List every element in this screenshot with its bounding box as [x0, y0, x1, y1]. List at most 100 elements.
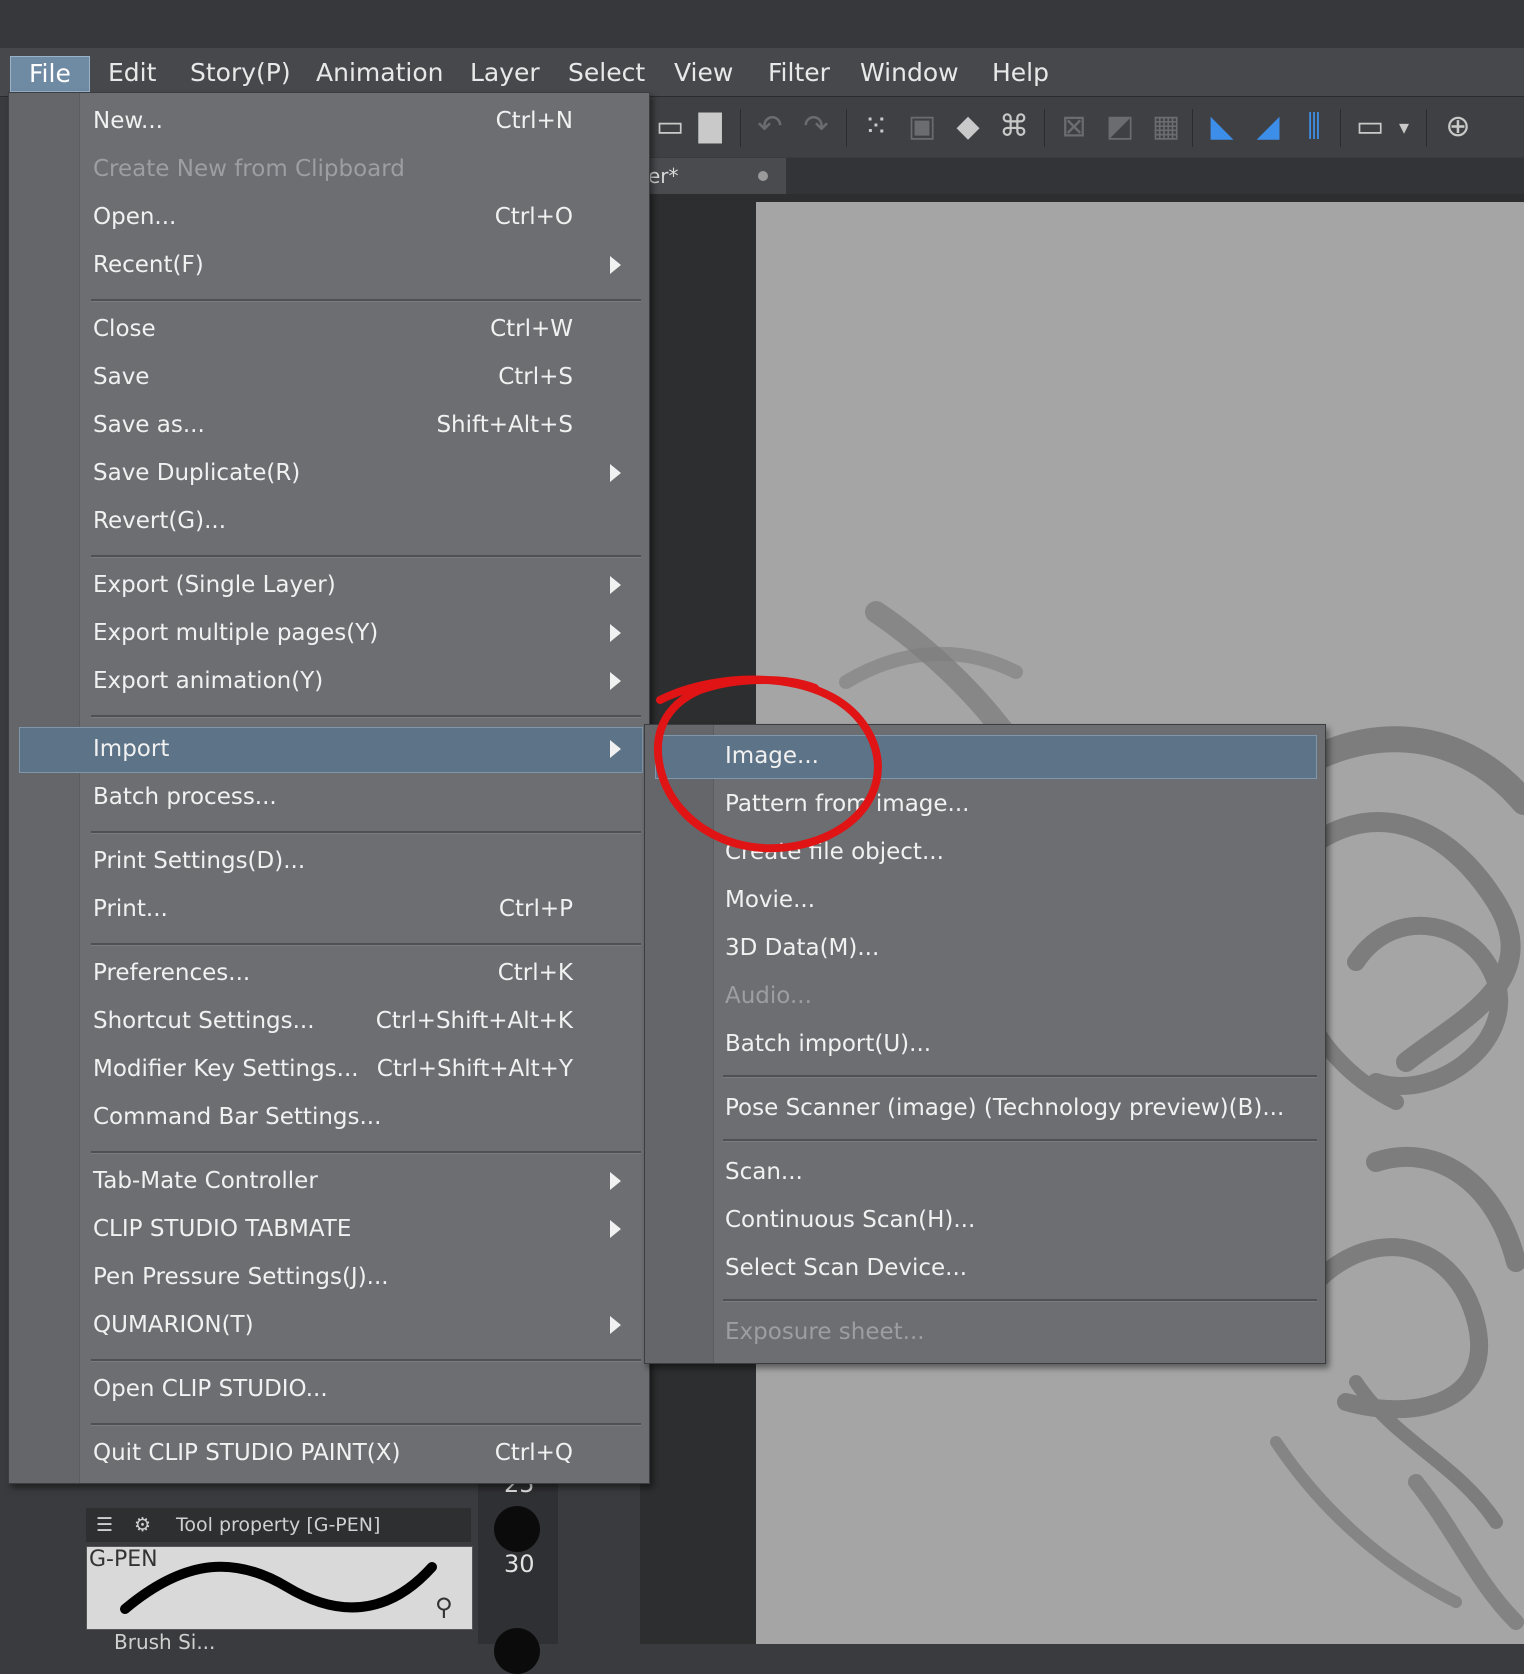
menu-filter[interactable]: Filter [750, 56, 848, 90]
menu-icon-gutter [9, 93, 80, 1483]
eraser-icon[interactable]: ◆ [948, 107, 988, 147]
clear-icon[interactable]: ⁙ [856, 107, 896, 147]
menu-separator [723, 1075, 1317, 1078]
document-tab-strip: er* [640, 158, 1524, 194]
document-tab[interactable]: er* [640, 158, 786, 194]
submenu-item-select-scan-device[interactable]: Select Scan Device... [725, 1245, 967, 1291]
open-folder-icon[interactable]: ▭ [650, 107, 690, 147]
menu-file[interactable]: File [10, 56, 90, 92]
crop-icon[interactable]: ⊠ [1054, 107, 1094, 147]
snap-ruler-icon[interactable]: ◣ [1202, 107, 1242, 147]
menu-view[interactable]: View [656, 56, 751, 90]
menu-edit[interactable]: Edit [90, 56, 174, 90]
brush-size-swatch[interactable] [494, 1628, 540, 1674]
menu-layer[interactable]: Layer [452, 56, 558, 90]
submenu-item-continuous-scan[interactable]: Continuous Scan(H)... [725, 1197, 975, 1243]
zoom-icon[interactable]: ⊕ [1438, 107, 1478, 147]
file-menu: New... Ctrl+N Create New from Clipboard O… [8, 92, 650, 1484]
menu-item-import[interactable]: Import [93, 726, 633, 772]
shortcut-label: Ctrl+P [498, 896, 573, 922]
menu-item-export-single-layer[interactable]: Export (Single Layer) [93, 562, 633, 608]
fill-icon[interactable]: ▣ [902, 107, 942, 147]
menu-item-export-animation[interactable]: Export animation(Y) [93, 658, 633, 704]
menu-item-clip-studio-tabmate[interactable]: CLIP STUDIO TABMATE [93, 1206, 633, 1252]
shortcut-label: Ctrl+Shift+Alt+Y [376, 1056, 573, 1082]
menu-item-save-duplicate[interactable]: Save Duplicate(R) [93, 450, 633, 496]
menu-item-export-multiple-pages[interactable]: Export multiple pages(Y) [93, 610, 633, 656]
redo-icon[interactable]: ↷ [796, 107, 836, 147]
menu-item-close[interactable]: Close Ctrl+W [93, 306, 573, 352]
save-icon[interactable]: ▇ [690, 107, 730, 147]
submenu-item-batch-import[interactable]: Batch import(U)... [725, 1021, 931, 1067]
brush-stroke-preview: G-PEN ⚲ [86, 1546, 473, 1630]
command-bar: ▭ ▇ ↶ ↷ ⁙ ▣ ◆ ⌘ ⊠ ◩ ▦ ◣ ◢ ⫼ ▭ ▾ ⊕ [640, 97, 1524, 157]
toolbar-divider [1044, 109, 1045, 147]
menu-icon-gutter [645, 725, 714, 1363]
chevron-down-icon[interactable]: ▾ [1384, 107, 1424, 147]
shortcut-label: Ctrl+W [490, 316, 573, 342]
submenu-item-create-file-object[interactable]: Create file object... [725, 829, 944, 875]
menu-item-tab-mate-controller[interactable]: Tab-Mate Controller [93, 1158, 633, 1204]
menu-item-quit[interactable]: Quit CLIP STUDIO PAINT(X) Ctrl+Q [93, 1430, 573, 1476]
brush-size-swatch[interactable] [494, 1506, 540, 1552]
menu-item-pen-pressure-settings[interactable]: Pen Pressure Settings(J)... [93, 1254, 389, 1300]
menu-separator [91, 1151, 641, 1154]
menu-item-preferences[interactable]: Preferences... Ctrl+K [93, 950, 573, 996]
submenu-arrow-icon [610, 672, 621, 690]
menu-item-revert[interactable]: Revert(G)... [93, 498, 226, 544]
menu-item-print-settings[interactable]: Print Settings(D)... [93, 838, 305, 884]
menu-item-new[interactable]: New... Ctrl+N [93, 98, 573, 144]
menu-item-recent[interactable]: Recent(F) [93, 242, 633, 288]
import-submenu: Image... Pattern from image... Create fi… [644, 724, 1326, 1364]
menu-bar: File Edit Story(P) Animation Layer Selec… [0, 48, 1524, 97]
menu-animation[interactable]: Animation [298, 56, 461, 90]
menu-item-batch-process[interactable]: Batch process... [93, 774, 277, 820]
submenu-item-pose-scanner[interactable]: Pose Scanner (image) (Technology preview… [725, 1085, 1284, 1131]
menu-item-print[interactable]: Print... Ctrl+P [93, 886, 573, 932]
menu-separator [91, 715, 641, 718]
menu-separator [91, 1423, 641, 1426]
window-title-bar [0, 0, 1524, 49]
shortcut-label: Ctrl+N [495, 108, 573, 134]
submenu-arrow-icon [610, 1316, 621, 1334]
unsaved-dot-icon[interactable] [758, 171, 768, 181]
menu-help[interactable]: Help [974, 56, 1067, 90]
submenu-item-3d-data[interactable]: 3D Data(M)... [725, 925, 879, 971]
shortcut-label: Ctrl+O [494, 204, 573, 230]
submenu-arrow-icon [610, 464, 621, 482]
menu-item-open-clip-studio[interactable]: Open CLIP STUDIO... [93, 1366, 328, 1412]
menu-window[interactable]: Window [842, 56, 977, 90]
snap-grid-icon[interactable]: ⫼ [1294, 107, 1334, 147]
fill-selection-icon[interactable]: ◩ [1100, 107, 1140, 147]
menu-item-modifier-key-settings[interactable]: Modifier Key Settings... Ctrl+Shift+Alt+Y [93, 1046, 573, 1092]
menu-item-qumarion[interactable]: QUMARION(T) [93, 1302, 633, 1348]
submenu-item-scan[interactable]: Scan... [725, 1149, 803, 1195]
submenu-arrow-icon [610, 740, 621, 758]
panel-menu-icon[interactable]: ☰ [96, 1508, 113, 1542]
brush-size-label: Brush Si... [114, 1630, 216, 1654]
menu-item-save[interactable]: Save Ctrl+S [93, 354, 573, 400]
menu-item-save-as[interactable]: Save as... Shift+Alt+S [93, 402, 573, 448]
menu-separator [91, 555, 641, 558]
submenu-arrow-icon [610, 256, 621, 274]
menu-separator [723, 1299, 1317, 1302]
toolbar-divider [846, 109, 847, 147]
submenu-item-image[interactable]: Image... [725, 733, 819, 779]
toolbar-divider [1192, 109, 1193, 147]
shortcut-label: Ctrl+Q [494, 1440, 573, 1466]
magnifier-icon[interactable]: ⚲ [435, 1593, 453, 1621]
selection-icon[interactable]: ▦ [1146, 107, 1186, 147]
menu-item-shortcut-settings[interactable]: Shortcut Settings... Ctrl+Shift+Alt+K [93, 998, 573, 1044]
submenu-item-movie[interactable]: Movie... [725, 877, 815, 923]
submenu-item-exposure-sheet: Exposure sheet... [725, 1319, 925, 1345]
menu-item-open[interactable]: Open... Ctrl+O [93, 194, 573, 240]
menu-item-command-bar-settings[interactable]: Command Bar Settings... [93, 1094, 381, 1140]
transform-icon[interactable]: ⌘ [994, 107, 1034, 147]
snap-special-ruler-icon[interactable]: ◢ [1248, 107, 1288, 147]
document-tab-title: er* [648, 164, 679, 188]
submenu-item-pattern-from-image[interactable]: Pattern from image... [725, 781, 969, 827]
undo-icon[interactable]: ↶ [750, 107, 790, 147]
stroke-preview [120, 1561, 437, 1614]
menu-select[interactable]: Select [550, 56, 663, 90]
menu-story[interactable]: Story(P) [172, 56, 309, 90]
